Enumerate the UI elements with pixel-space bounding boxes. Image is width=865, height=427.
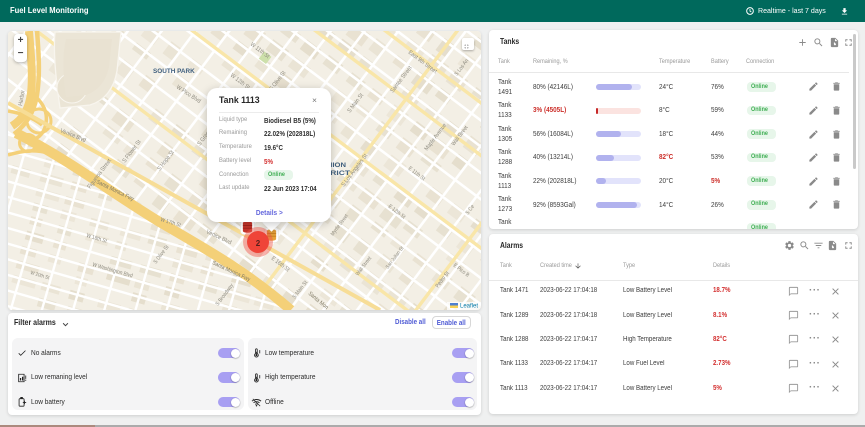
svg-text:SOUTH PARK: SOUTH PARK: [153, 68, 195, 75]
